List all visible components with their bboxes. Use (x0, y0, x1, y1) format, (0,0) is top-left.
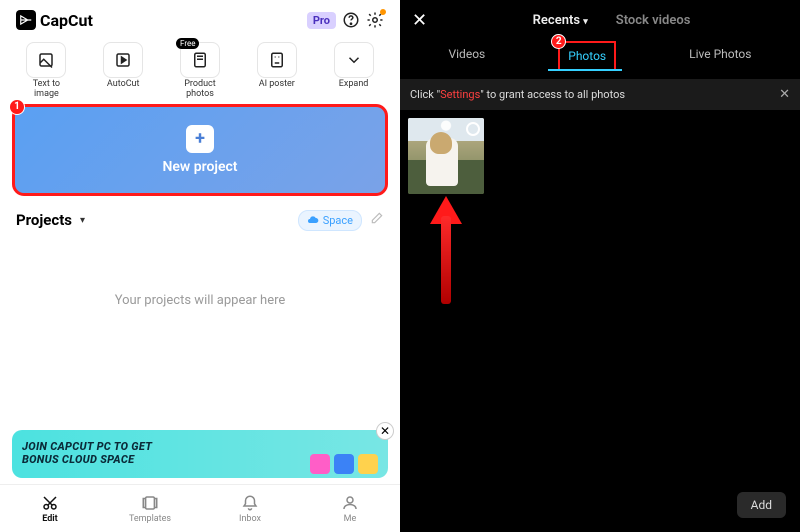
photo-grid (400, 110, 800, 194)
subtab-live-photos[interactable]: Live Photos (681, 41, 759, 71)
notification-dot-icon (380, 9, 386, 15)
chevron-down-icon: ▾ (583, 17, 588, 27)
subtab-videos[interactable]: Videos (441, 41, 494, 71)
tab-stock-videos[interactable]: Stock videos (616, 13, 691, 28)
tool-expand[interactable]: Expand (319, 42, 388, 100)
app-logo: CapCut (16, 10, 93, 30)
help-icon[interactable] (342, 11, 360, 29)
photo-thumbnail[interactable] (408, 118, 484, 194)
tool-text-to-image[interactable]: Text to image (12, 42, 81, 100)
tool-ai-poster[interactable]: AI poster (242, 42, 311, 100)
bottom-nav: Edit Templates Inbox Me (0, 484, 400, 532)
add-button[interactable]: Add (737, 492, 786, 518)
subtab-photos[interactable]: 2 Photos (558, 41, 616, 71)
media-type-tabs: Videos 2 Photos Live Photos (400, 35, 800, 71)
alert-close-icon[interactable]: ✕ (779, 87, 790, 102)
edit-pencil-icon[interactable] (370, 211, 384, 229)
alert-text: Click "Settings" to grant access to all … (410, 88, 625, 101)
tool-autocut[interactable]: AutoCut (89, 42, 158, 100)
new-project-button[interactable]: 1 + New project (12, 104, 388, 196)
annotation-arrow-icon (432, 196, 460, 304)
tab-recents[interactable]: Recents ▾ (533, 13, 588, 28)
capcut-home-panel: CapCut Pro Free Text to image AutoCut Pr… (0, 0, 400, 532)
picker-header: ✕ Recents ▾ Stock videos (400, 0, 800, 35)
settings-gear-icon[interactable] (366, 11, 384, 29)
nav-inbox[interactable]: Inbox (200, 485, 300, 532)
tool-product-photos[interactable]: Product photos (166, 42, 235, 100)
nav-me[interactable]: Me (300, 485, 400, 532)
selection-ring-icon[interactable] (466, 122, 480, 136)
capcut-logo-icon (16, 10, 36, 30)
annotation-marker-1: 1 (9, 99, 25, 115)
plus-icon: + (186, 125, 214, 153)
promo-text: JOIN CAPCUT PC TO GET BONUS CLOUD SPACE (22, 441, 152, 466)
new-project-label: New project (162, 159, 237, 175)
brand-name: CapCut (40, 11, 93, 30)
photo-access-alert: Click "Settings" to grant access to all … (400, 79, 800, 110)
chevron-down-icon[interactable]: ▾ (80, 215, 85, 226)
promo-art-icon (310, 454, 378, 474)
nav-templates[interactable]: Templates (100, 485, 200, 532)
empty-projects-hint: Your projects will appear here (0, 293, 400, 308)
projects-header: Projects ▾ Space (0, 196, 400, 237)
close-icon[interactable]: ✕ (412, 10, 427, 31)
left-header: CapCut Pro (0, 0, 400, 34)
promo-close-button[interactable]: ✕ (376, 422, 394, 440)
tab-underline (548, 69, 622, 71)
free-pill: Free (176, 38, 199, 49)
nav-edit[interactable]: Edit (0, 485, 100, 532)
pro-badge[interactable]: Pro (307, 12, 336, 29)
media-picker-panel: ✕ Recents ▾ Stock videos Videos 2 Photos… (400, 0, 800, 532)
cloud-space-button[interactable]: Space (298, 210, 362, 231)
promo-banner[interactable]: JOIN CAPCUT PC TO GET BONUS CLOUD SPACE … (12, 430, 388, 478)
projects-title[interactable]: Projects (16, 211, 72, 229)
tool-row: Text to image AutoCut Product photos AI … (0, 34, 400, 102)
annotation-marker-2: 2 (551, 34, 566, 49)
